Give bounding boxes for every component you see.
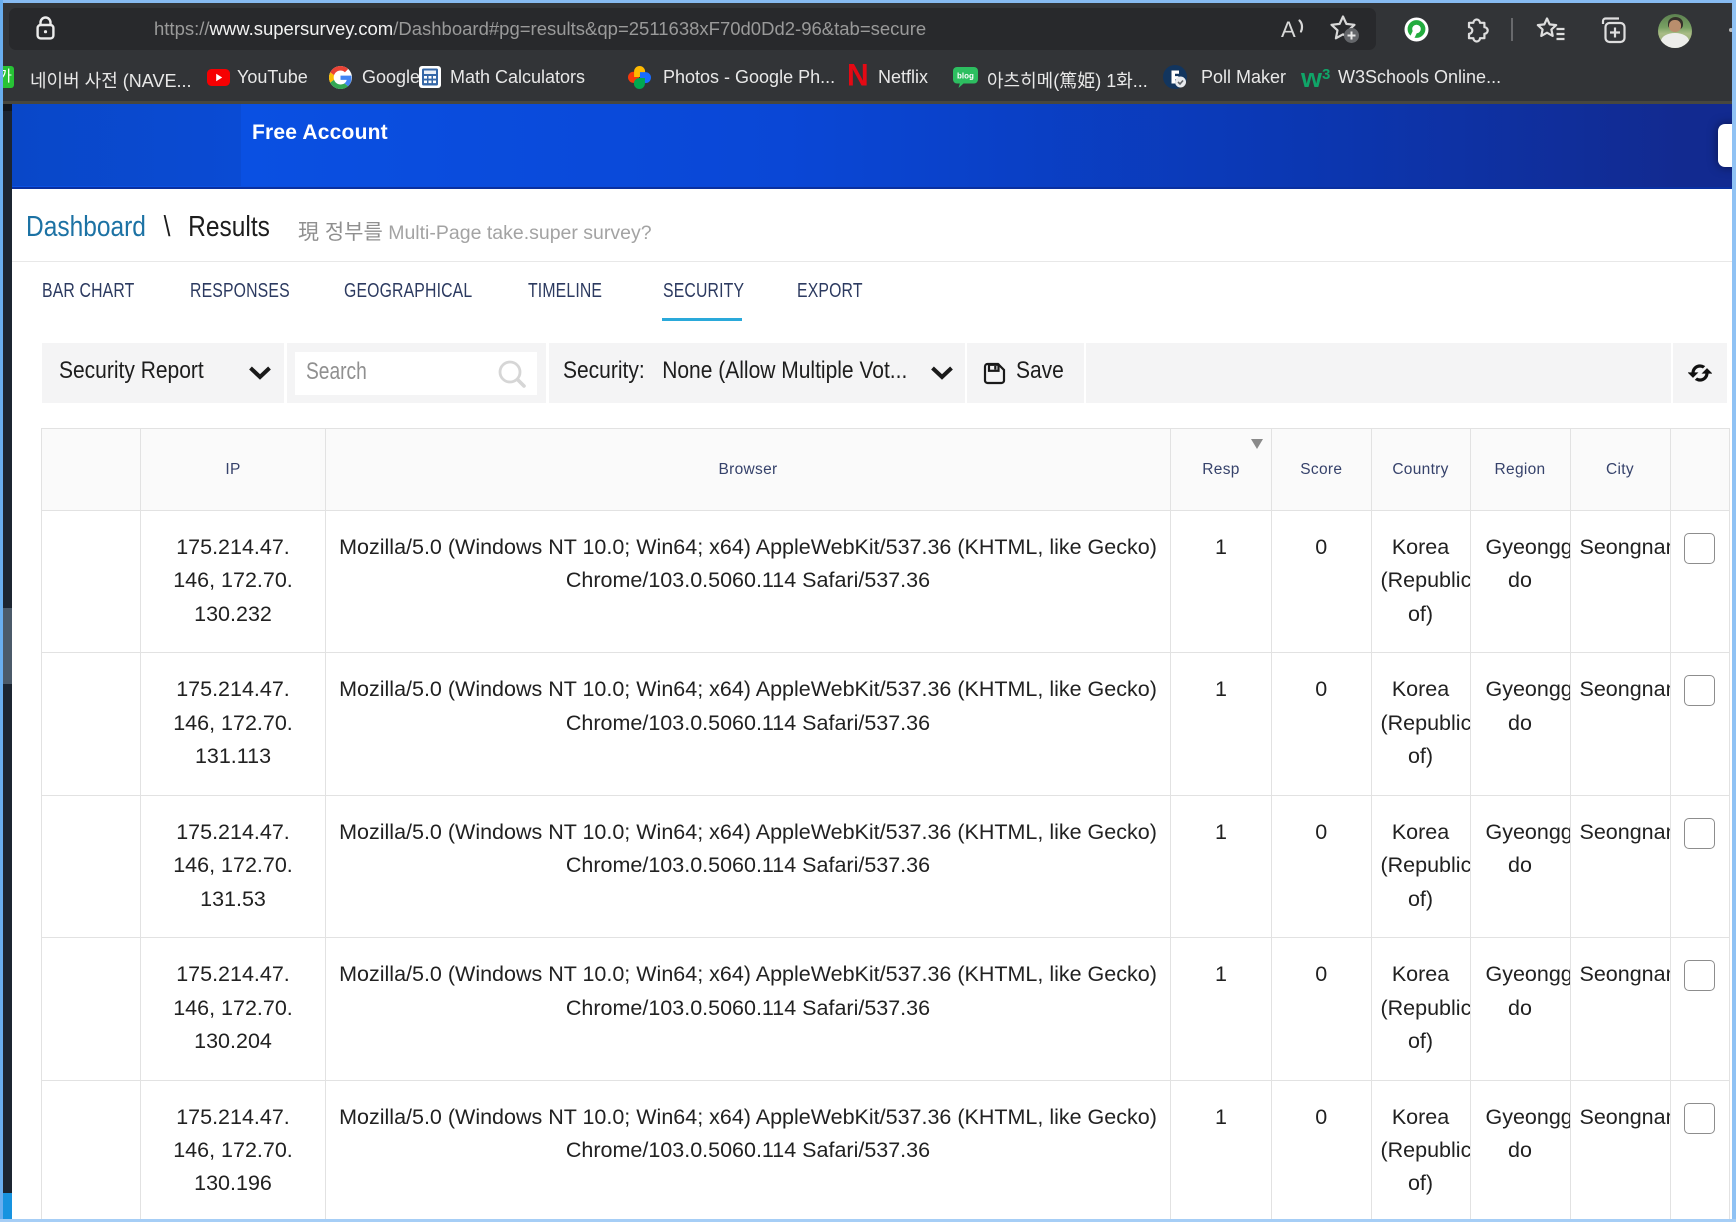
svg-text:A: A [1281,17,1296,42]
svg-text:blog: blog [957,72,974,81]
